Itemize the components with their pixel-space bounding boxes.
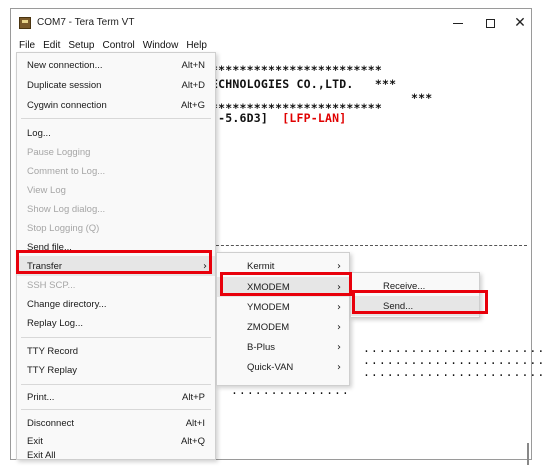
maximize-icon: [485, 18, 495, 28]
terminal-scrollbar[interactable]: [527, 443, 529, 465]
file-menu-item-replay-log[interactable]: Replay Log...: [17, 313, 215, 333]
minimize-button[interactable]: [443, 13, 473, 33]
minimize-icon: [453, 22, 463, 24]
chevron-right-icon: ›: [337, 341, 341, 353]
transfer-item-b-plus[interactable]: B-Plus ›: [217, 337, 349, 357]
terminal-version: ]-5.6D3]: [211, 111, 268, 125]
maximize-button[interactable]: [475, 13, 505, 33]
chevron-right-icon: ›: [337, 301, 341, 313]
file-menu-item-tty-replay[interactable]: TTY Replay: [17, 360, 215, 380]
window-title: COM7 - Tera Term VT: [37, 17, 135, 28]
file-menu-separator: [21, 337, 211, 338]
terminal-dashed-separator: [211, 245, 527, 246]
close-button[interactable]: ✕: [505, 13, 535, 33]
file-menu-separator: [21, 384, 211, 385]
file-menu-item-new-connection[interactable]: New connection... Alt+N: [17, 55, 215, 75]
file-menu-item-pause-logging: Pause Logging: [27, 146, 91, 158]
file-menu-item-transfer[interactable]: Transfer ›: [17, 256, 215, 276]
file-menu-item-disconnect[interactable]: Disconnect Alt+I: [17, 413, 215, 433]
terminal-stars-top: ************************: [211, 63, 382, 77]
file-menu-item-comment-to-log: Comment to Log...: [27, 165, 106, 177]
terminal-version-tag: [LFP-LAN]: [282, 111, 347, 125]
file-menu-item-log[interactable]: Log...: [17, 123, 215, 143]
menu-bar: File Edit Setup Control Window Help: [11, 37, 531, 53]
file-menu-item-duplicate-session[interactable]: Duplicate session Alt+D: [17, 75, 215, 95]
file-menu-item-ssh-scp: SSH SCP...: [27, 279, 76, 291]
file-menu-item-exit-all[interactable]: Exit All: [17, 445, 215, 465]
chevron-right-icon: ›: [337, 321, 341, 333]
xmodem-item-send[interactable]: Send...: [351, 296, 479, 316]
transfer-item-xmodem[interactable]: XMODEM ›: [217, 277, 349, 297]
transfer-item-ymodem[interactable]: YMODEM ›: [217, 297, 349, 317]
menu-edit[interactable]: Edit: [39, 40, 64, 51]
terminal-dots-c: .......................: [363, 365, 542, 379]
terminal-company-stars: ***: [374, 77, 397, 91]
transfer-item-zmodem[interactable]: ZMODEM ›: [217, 317, 349, 337]
file-menu-item-view-log: View Log: [27, 184, 66, 196]
menu-setup[interactable]: Setup: [64, 40, 98, 51]
file-menu-item-print[interactable]: Print... Alt+P: [17, 387, 215, 407]
transfer-submenu: Kermit › XMODEM › YMODEM › ZMODEM › B-Plus › …: [216, 252, 350, 386]
terminal-company: ECHNOLOGIES CO.,LTD.: [211, 77, 354, 91]
file-menu: New connection... Alt+N Duplicate session…: [16, 52, 216, 461]
file-menu-item-send-file[interactable]: Send file...: [17, 237, 215, 257]
file-menu-item-change-directory[interactable]: Change directory...: [17, 294, 215, 314]
terminal-stars-mid: ***: [411, 91, 433, 105]
chevron-right-icon: ›: [203, 260, 207, 272]
file-menu-item-tty-record[interactable]: TTY Record: [17, 341, 215, 361]
file-menu-item-stop-logging: Stop Logging (Q): [27, 222, 100, 234]
file-menu-separator: [21, 409, 211, 410]
file-menu-separator: [21, 118, 211, 119]
title-bar: COM7 - Tera Term VT ✕: [11, 9, 531, 37]
menu-control[interactable]: Control: [99, 40, 139, 51]
close-icon: ✕: [514, 15, 526, 31]
tera-term-app-icon: [19, 17, 31, 29]
xmodem-submenu: Receive... Send...: [350, 272, 480, 318]
transfer-item-quick-van[interactable]: Quick-VAN ›: [217, 357, 349, 377]
menu-file[interactable]: File: [15, 40, 39, 51]
xmodem-item-receive[interactable]: Receive...: [351, 276, 479, 296]
file-menu-item-show-log-dialog: Show Log dialog...: [27, 203, 106, 215]
terminal-version-line: ]-5.6D3] [LFP-LAN]: [211, 111, 346, 125]
chevron-right-icon: ›: [337, 361, 341, 373]
chevron-right-icon: ›: [337, 281, 341, 293]
menu-window[interactable]: Window: [139, 40, 183, 51]
chevron-right-icon: ›: [337, 260, 341, 272]
transfer-item-kermit[interactable]: Kermit ›: [217, 256, 349, 276]
terminal-company-line: ECHNOLOGIES CO.,LTD. ***: [211, 77, 396, 91]
file-menu-item-cygwin-connection[interactable]: Cygwin connection Alt+G: [17, 95, 215, 115]
menu-help[interactable]: Help: [182, 40, 211, 51]
